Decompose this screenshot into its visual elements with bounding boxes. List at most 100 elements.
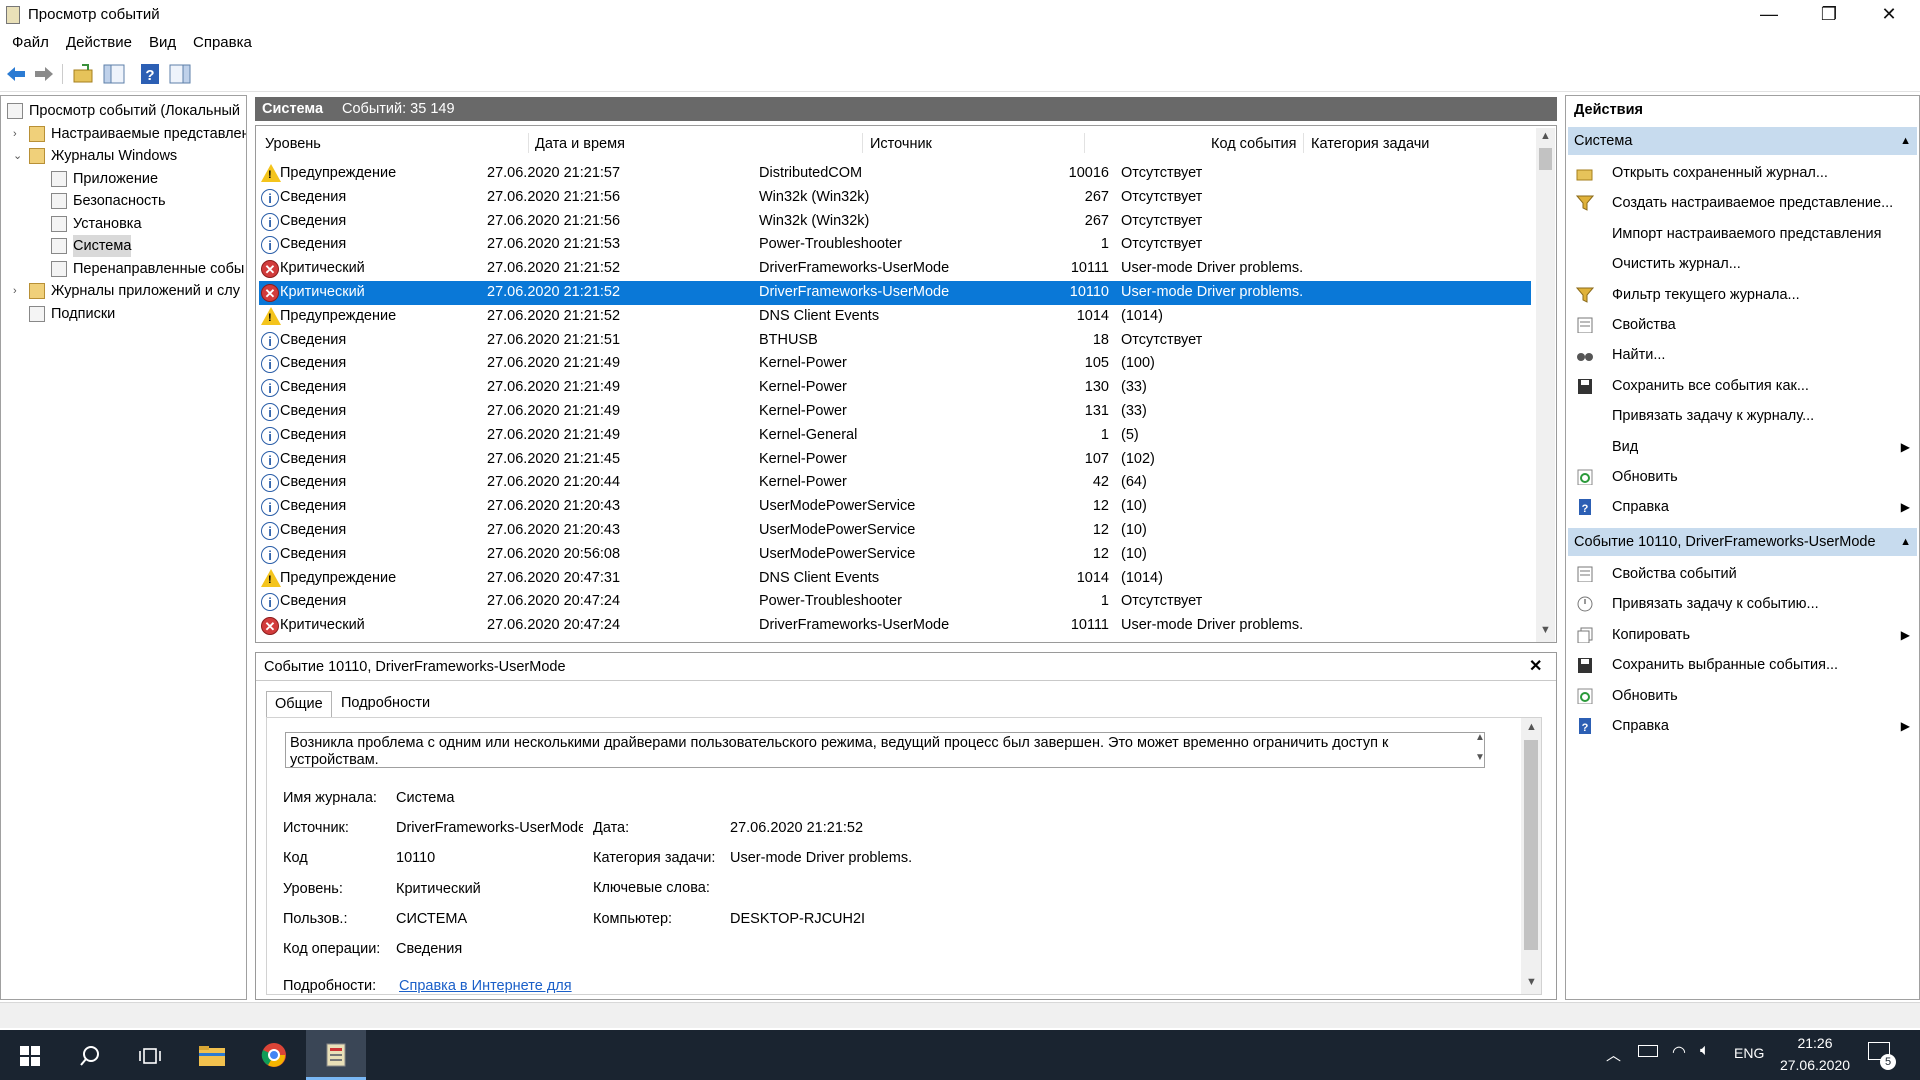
task-view-icon[interactable] bbox=[120, 1030, 180, 1080]
action-item[interactable]: Копировать ▶ bbox=[1574, 621, 1914, 649]
table-row[interactable]: i Сведения 27.06.2020 21:21:56 Win32k (Win3… bbox=[259, 186, 1531, 210]
tree-node[interactable]: Безопасность bbox=[1, 190, 246, 212]
field-value[interactable]: Сведения bbox=[396, 941, 583, 957]
action-item[interactable]: Свойства bbox=[1574, 311, 1914, 339]
forward-arrow-icon[interactable] bbox=[32, 62, 56, 86]
tree-node[interactable]: › Настраиваемые представлен bbox=[1, 123, 246, 145]
table-row[interactable]: i Сведения 27.06.2020 21:20:43 UserModePowe… bbox=[259, 519, 1531, 543]
action-pane-icon[interactable] bbox=[168, 62, 192, 86]
chrome-icon[interactable] bbox=[244, 1030, 304, 1080]
action-item[interactable]: Привязать задачу к журналу... bbox=[1574, 402, 1914, 430]
minimize-button[interactable]: — bbox=[1740, 0, 1798, 30]
console-tree-icon[interactable] bbox=[102, 62, 126, 86]
collapse-up-icon[interactable]: ▲ bbox=[1900, 127, 1911, 155]
scrollbar-thumb[interactable] bbox=[1524, 740, 1538, 950]
table-row[interactable]: i Сведения 27.06.2020 21:21:56 Win32k (Win3… bbox=[259, 210, 1531, 234]
table-row[interactable]: i Сведения 27.06.2020 21:21:45 Kernel-Power… bbox=[259, 448, 1531, 472]
menu-file[interactable]: Файл bbox=[12, 34, 49, 51]
chevron-right-icon[interactable]: › bbox=[13, 123, 25, 145]
menu-action[interactable]: Действие bbox=[66, 34, 132, 51]
tree-node[interactable]: › Журналы приложений и слу bbox=[1, 280, 246, 302]
open-folder-icon[interactable] bbox=[72, 62, 96, 86]
action-item[interactable]: Фильтр текущего журнала... bbox=[1574, 281, 1914, 309]
close-window-button[interactable]: ✕ bbox=[1860, 0, 1918, 30]
search-icon[interactable] bbox=[60, 1030, 120, 1080]
field-value[interactable]: DESKTOP-RJCUH2I bbox=[730, 911, 865, 927]
menu-help[interactable]: Справка bbox=[193, 34, 252, 51]
wifi-icon[interactable]: ◠ bbox=[1672, 1042, 1686, 1062]
action-item[interactable]: Привязать задачу к событию... bbox=[1574, 590, 1914, 618]
back-arrow-icon[interactable] bbox=[4, 62, 28, 86]
action-item[interactable]: Свойства событий bbox=[1574, 560, 1914, 588]
chevron-down-icon[interactable]: ⌄ bbox=[13, 145, 25, 167]
event-description[interactable]: Возникла проблема с одним или нескольким… bbox=[285, 732, 1485, 768]
chevron-right-icon[interactable]: › bbox=[13, 280, 25, 302]
table-row[interactable]: i Сведения 27.06.2020 20:47:24 Power-Troubl… bbox=[259, 590, 1531, 614]
scrollbar-thumb[interactable] bbox=[1539, 148, 1552, 170]
table-row[interactable]: i Сведения 27.06.2020 21:21:49 Kernel-Gener… bbox=[259, 424, 1531, 448]
restore-button[interactable]: ❐ bbox=[1800, 0, 1858, 30]
actions-section-event[interactable]: Событие 10110, DriverFrameworks-UserMode… bbox=[1568, 528, 1917, 556]
table-row[interactable]: i Сведения 27.06.2020 21:20:43 UserModePowe… bbox=[259, 495, 1531, 519]
show-hidden-icons-icon[interactable]: ︿ bbox=[1606, 1044, 1621, 1065]
field-value[interactable]: Система bbox=[396, 790, 583, 806]
clock-date[interactable]: 27.06.2020 bbox=[1775, 1057, 1855, 1073]
action-item[interactable]: Сохранить выбранные события... bbox=[1574, 651, 1914, 679]
action-item[interactable]: Вид ▶ bbox=[1574, 433, 1914, 461]
field-value[interactable]: 27.06.2020 21:21:52 bbox=[730, 820, 863, 836]
online-help-link[interactable]: Справка в Интернете для bbox=[399, 978, 572, 994]
action-item[interactable]: Найти... bbox=[1574, 341, 1914, 369]
tree-node[interactable]: Приложение bbox=[1, 168, 246, 190]
actions-section-log[interactable]: Система ▲ bbox=[1568, 127, 1917, 155]
scroll-down-icon[interactable]: ▼ bbox=[1540, 624, 1551, 636]
menu-view[interactable]: Вид bbox=[149, 34, 176, 51]
column-header-source[interactable]: Источник bbox=[870, 136, 932, 152]
tab-general[interactable]: Общие bbox=[266, 691, 332, 717]
table-row[interactable]: i Сведения 27.06.2020 20:56:08 UserModePowe… bbox=[259, 543, 1531, 567]
action-item[interactable]: Сохранить все события как... bbox=[1574, 372, 1914, 400]
description-scroll-up-icon[interactable]: ▲ bbox=[1475, 732, 1485, 743]
action-item[interactable]: Очистить журнал... bbox=[1574, 250, 1914, 278]
table-row[interactable]: ! Предупреждение 27.06.2020 21:21:52 DNS Cl… bbox=[259, 305, 1531, 329]
column-header-date[interactable]: Дата и время bbox=[535, 136, 625, 152]
field-value[interactable]: DriverFrameworks-UserMode bbox=[396, 820, 583, 836]
field-value[interactable]: Критический bbox=[396, 881, 583, 897]
table-row[interactable]: ✕ Критический 27.06.2020 21:21:52 DriverFra… bbox=[259, 281, 1531, 305]
tab-details[interactable]: Подробности bbox=[333, 691, 438, 717]
description-scroll-down-icon[interactable]: ▼ bbox=[1475, 752, 1485, 763]
action-item[interactable]: ? Справка ▶ bbox=[1574, 493, 1914, 521]
volume-icon[interactable]: 🔈︎ bbox=[1700, 1042, 1710, 1060]
table-row[interactable]: i Сведения 27.06.2020 21:21:49 Kernel-Power… bbox=[259, 400, 1531, 424]
battery-icon[interactable] bbox=[1638, 1045, 1658, 1057]
clock-time[interactable]: 21:26 bbox=[1775, 1035, 1855, 1051]
file-explorer-icon[interactable] bbox=[182, 1030, 242, 1080]
tree-node[interactable]: Просмотр событий (Локальный bbox=[1, 100, 246, 122]
field-value[interactable]: СИСТЕМА bbox=[396, 911, 583, 927]
table-row[interactable]: i Сведения 27.06.2020 21:21:49 Kernel-Power… bbox=[259, 352, 1531, 376]
field-value[interactable]: User-mode Driver problems. bbox=[730, 850, 912, 866]
table-row[interactable]: ✕ Критический 27.06.2020 21:21:52 DriverFra… bbox=[259, 257, 1531, 281]
events-vertical-scrollbar[interactable]: ▲ ▼ bbox=[1536, 128, 1555, 642]
collapse-up-icon[interactable]: ▲ bbox=[1900, 528, 1911, 556]
table-row[interactable]: ! Предупреждение 27.06.2020 20:47:31 DNS Cl… bbox=[259, 567, 1531, 591]
action-item[interactable]: Импорт настраиваемого представления bbox=[1574, 220, 1914, 248]
table-row[interactable]: ! Предупреждение 27.06.2020 21:21:57 Distri… bbox=[259, 162, 1531, 186]
action-item[interactable]: ? Справка ▶ bbox=[1574, 712, 1914, 740]
help-icon[interactable]: ? bbox=[138, 62, 162, 86]
event-viewer-taskbar-icon[interactable] bbox=[306, 1030, 366, 1080]
column-header-category[interactable]: Категория задачи bbox=[1311, 136, 1429, 152]
tree-node[interactable]: Подписки bbox=[1, 303, 246, 325]
action-item[interactable]: Обновить bbox=[1574, 463, 1914, 491]
action-item[interactable]: Открыть сохраненный журнал... bbox=[1574, 159, 1914, 187]
tree-node[interactable]: Установка bbox=[1, 213, 246, 235]
scroll-up-icon[interactable]: ▲ bbox=[1526, 721, 1537, 733]
column-header-level[interactable]: Уровень bbox=[265, 136, 321, 152]
close-icon[interactable]: ✕ bbox=[1529, 653, 1542, 681]
start-icon[interactable] bbox=[0, 1030, 60, 1080]
scroll-down-icon[interactable]: ▼ bbox=[1526, 976, 1537, 988]
language-indicator[interactable]: ENG bbox=[1734, 1045, 1764, 1061]
tree-node[interactable]: ⌄ Журналы Windows bbox=[1, 145, 246, 167]
table-row[interactable]: i Сведения 27.06.2020 21:21:53 Power-Troubl… bbox=[259, 233, 1531, 257]
table-row[interactable]: i Сведения 27.06.2020 21:21:49 Kernel-Power… bbox=[259, 376, 1531, 400]
table-row[interactable]: i Сведения 27.06.2020 21:21:51 BTHUSB Отсутс… bbox=[259, 329, 1531, 353]
